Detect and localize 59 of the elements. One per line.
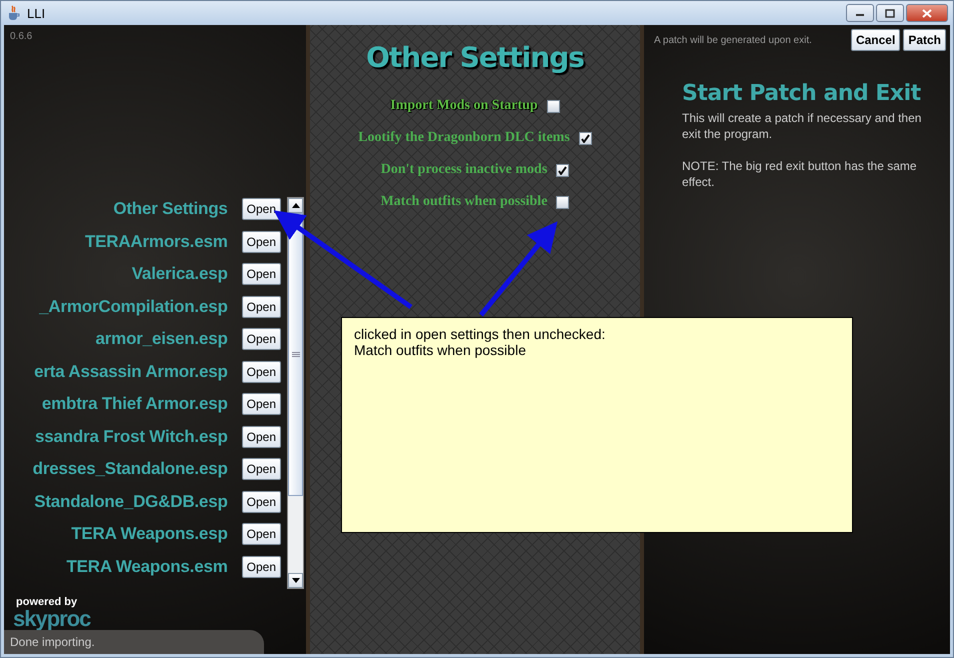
scroll-thumb[interactable] xyxy=(288,213,303,496)
scroll-down-button[interactable] xyxy=(288,573,303,588)
open-button[interactable]: Open xyxy=(242,230,281,253)
scrollbar[interactable] xyxy=(287,197,304,589)
panel-title: Other Settings xyxy=(366,41,584,74)
open-button[interactable]: Open xyxy=(242,490,281,513)
option-label[interactable]: Don't process inactive mods xyxy=(380,162,548,178)
description-text: NOTE: The big red exit button has the same effect. xyxy=(682,158,918,190)
version-label: 0.6.6 xyxy=(9,30,34,42)
down-arrow-icon xyxy=(292,578,300,583)
checkbox[interactable] xyxy=(556,164,570,176)
mod-label: embtra Thief Armor.esp xyxy=(42,394,228,414)
option-label[interactable]: Match outfits when possible xyxy=(380,194,548,210)
close-button[interactable] xyxy=(906,4,948,22)
checkbox[interactable] xyxy=(556,196,570,208)
mod-label: TERA Weapons.esp xyxy=(71,524,228,544)
mod-label: TERA Weapons.esm xyxy=(66,556,228,577)
open-button[interactable]: Open xyxy=(242,296,281,318)
mod-label: erta Assassin Armor.esp xyxy=(34,362,228,382)
coffee-cup-icon xyxy=(6,5,22,21)
maximize-button[interactable] xyxy=(876,4,904,22)
minimize-button[interactable] xyxy=(846,4,874,22)
logo-wordmark: skyproc xyxy=(13,608,92,630)
note-text: clicked in open settings then unchecked: xyxy=(354,326,606,342)
mod-label: Other Settings xyxy=(113,199,228,220)
status-bar: Done importing. xyxy=(4,630,264,654)
mod-label: _ArmorCompilation.esp xyxy=(39,296,228,317)
option-label[interactable]: Lootify the Dragonborn DLC items xyxy=(358,130,570,146)
grip-icon xyxy=(292,352,300,357)
scroll-up-button[interactable] xyxy=(288,198,303,213)
mod-label: TERAArmors.esm xyxy=(84,232,228,252)
open-button[interactable]: Open xyxy=(242,328,281,350)
notice-text: A patch will be generated upon exit. xyxy=(654,34,812,46)
option-label[interactable]: Import Mods on Startup xyxy=(390,98,538,114)
mod-label: armor_eisen.esp xyxy=(96,329,228,350)
mod-label: ssandra Frost Witch.esp xyxy=(34,426,228,447)
open-button[interactable]: Open xyxy=(242,458,281,480)
open-button[interactable]: Open xyxy=(242,263,281,286)
mod-label: dresses_Standalone.esp xyxy=(32,459,228,480)
open-button[interactable]: Open xyxy=(242,426,281,448)
note-text: Match outfits when possible xyxy=(354,342,527,358)
open-button[interactable]: Open xyxy=(242,393,281,416)
section-heading: Start Patch and Exit xyxy=(682,81,922,106)
checkbox[interactable] xyxy=(546,100,560,112)
maximize-icon xyxy=(885,8,895,18)
up-arrow-icon xyxy=(292,203,300,208)
open-button[interactable]: Open xyxy=(242,523,281,546)
window-title: LLI xyxy=(27,6,46,20)
logo-tagline: powered by xyxy=(15,597,78,608)
patch-button[interactable]: Patch xyxy=(903,29,946,51)
mod-label: Valerica.esp xyxy=(132,264,228,284)
mod-label: Standalone_DG&DB.esp xyxy=(34,492,228,512)
open-button[interactable]: Open xyxy=(242,556,281,578)
close-icon xyxy=(922,8,932,18)
cancel-button[interactable]: Cancel xyxy=(850,29,900,51)
open-button[interactable]: Open xyxy=(242,198,281,220)
checkbox[interactable] xyxy=(578,132,592,144)
open-button[interactable]: Open xyxy=(242,360,281,383)
description-text: This will create a patch if necessary and then exit the program. xyxy=(682,110,922,142)
